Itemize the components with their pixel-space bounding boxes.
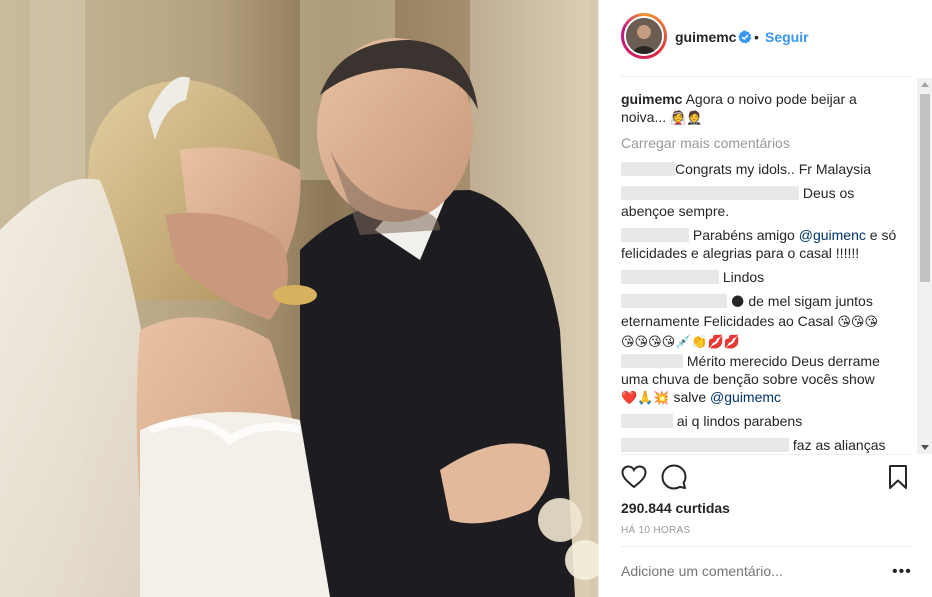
avatar-image — [626, 18, 662, 54]
scroll-down-arrow-icon[interactable] — [921, 445, 929, 450]
comment-mention[interactable]: @guimenc — [799, 227, 866, 243]
list-item: Mérito merecido Deus derrame uma chuva d… — [621, 352, 909, 408]
comment-divider — [621, 546, 911, 547]
blurred-username[interactable] — [621, 186, 799, 200]
blurred-username[interactable] — [621, 354, 683, 368]
load-more-comments-button[interactable]: Carregar mais comentários — [621, 134, 909, 152]
follow-button[interactable]: Seguir — [765, 29, 809, 45]
comments-list: guimemc Agora o noivo pode beijar a noiv… — [621, 90, 911, 454]
blurred-username[interactable] — [621, 294, 727, 308]
scroll-up-arrow-icon[interactable] — [921, 82, 929, 87]
story-ring[interactable] — [621, 13, 667, 59]
header-separator: • — [754, 29, 759, 45]
list-item: Parabéns amigo @guimenc e só felicidades… — [621, 226, 909, 262]
caption: guimemc Agora o noivo pode beijar a noiv… — [621, 90, 909, 128]
post-photo[interactable] — [0, 0, 598, 597]
comment-text: faz as alianças — [792, 437, 886, 453]
verified-badge-icon — [738, 30, 752, 44]
comment-text: Congrats my idols.. Fr Malaysia — [675, 161, 872, 177]
add-comment-input[interactable] — [621, 563, 881, 579]
blurred-username[interactable] — [621, 270, 719, 284]
post-header: guimemc • Seguir — [599, 0, 932, 76]
header-username[interactable]: guimemc — [675, 29, 736, 45]
comment-text-line2: abençoe sempre. — [621, 203, 730, 219]
blurred-username[interactable] — [621, 414, 673, 428]
list-item: 🌑 de mel sigam juntos eternamente Felici… — [621, 292, 909, 352]
header-divider — [621, 76, 911, 77]
bookmark-icon[interactable] — [885, 464, 911, 490]
comment-text-line1: de mel sigam juntos — [748, 293, 873, 309]
comment-text-line2: felicidades e alegrias para o casal !!!!… — [621, 245, 860, 261]
likes-count[interactable]: 290.844 curtidas — [621, 500, 730, 516]
caption-text-line1: Agora o noivo pode beijar a — [685, 91, 857, 107]
wedding-kiss-image — [0, 0, 598, 597]
list-item: faz as alianças — [621, 436, 909, 454]
post-timestamp[interactable]: HÁ 10 HORAS — [621, 525, 690, 536]
blurred-username[interactable] — [621, 438, 789, 452]
caption-emoji: 👰🤵 — [670, 111, 703, 126]
comment-mention[interactable]: @guimemc — [710, 389, 781, 405]
comment-emoji: 🌑 — [730, 295, 745, 310]
list-item: Lindos — [621, 268, 909, 286]
comment-text: Lindos — [722, 269, 765, 285]
action-bar — [621, 464, 911, 492]
heart-icon[interactable] — [621, 464, 647, 490]
comment-text-post: e só — [869, 227, 897, 243]
comment-text-pre: Parabéns amigo — [692, 227, 795, 243]
list-item: Congrats my idols.. Fr Malaysia — [621, 160, 909, 178]
comment-text-line2: uma chuva de benção sobre vocês show — [621, 371, 875, 387]
comment-emoji: 😘😘😘😘💉👏💋💋 — [621, 335, 740, 350]
more-options-button[interactable]: ••• — [892, 563, 912, 581]
comment-emoji: ❤️🙏💥 — [621, 391, 670, 406]
caption-username[interactable]: guimemc — [621, 91, 682, 107]
comment-text-line1: Deus os — [802, 185, 855, 201]
post-side-panel: guimemc • Seguir guimemc Agora o noivo p… — [598, 0, 932, 597]
list-item: ai q lindos parabens — [621, 412, 909, 430]
blurred-username[interactable] — [621, 228, 689, 242]
comment-bubble-icon[interactable] — [661, 464, 687, 490]
comment-text-line3: salve — [673, 389, 707, 405]
actions-divider — [621, 454, 911, 455]
scroll-thumb[interactable] — [920, 94, 930, 282]
caption-text-line2: noiva... — [621, 109, 667, 125]
comments-scrollbar[interactable] — [917, 78, 932, 454]
comment-text-line2: eternamente Felicidades ao Casal — [621, 313, 834, 329]
list-item: Deus os abençoe sempre. — [621, 184, 909, 220]
avatar[interactable] — [624, 16, 664, 56]
comment-text-line1: Mérito merecido Deus derrame — [686, 353, 880, 369]
comment-emoji: 😘😘😘 — [837, 315, 879, 330]
blurred-username[interactable] — [621, 162, 675, 176]
comment-text: ai q lindos parabens — [676, 413, 803, 429]
